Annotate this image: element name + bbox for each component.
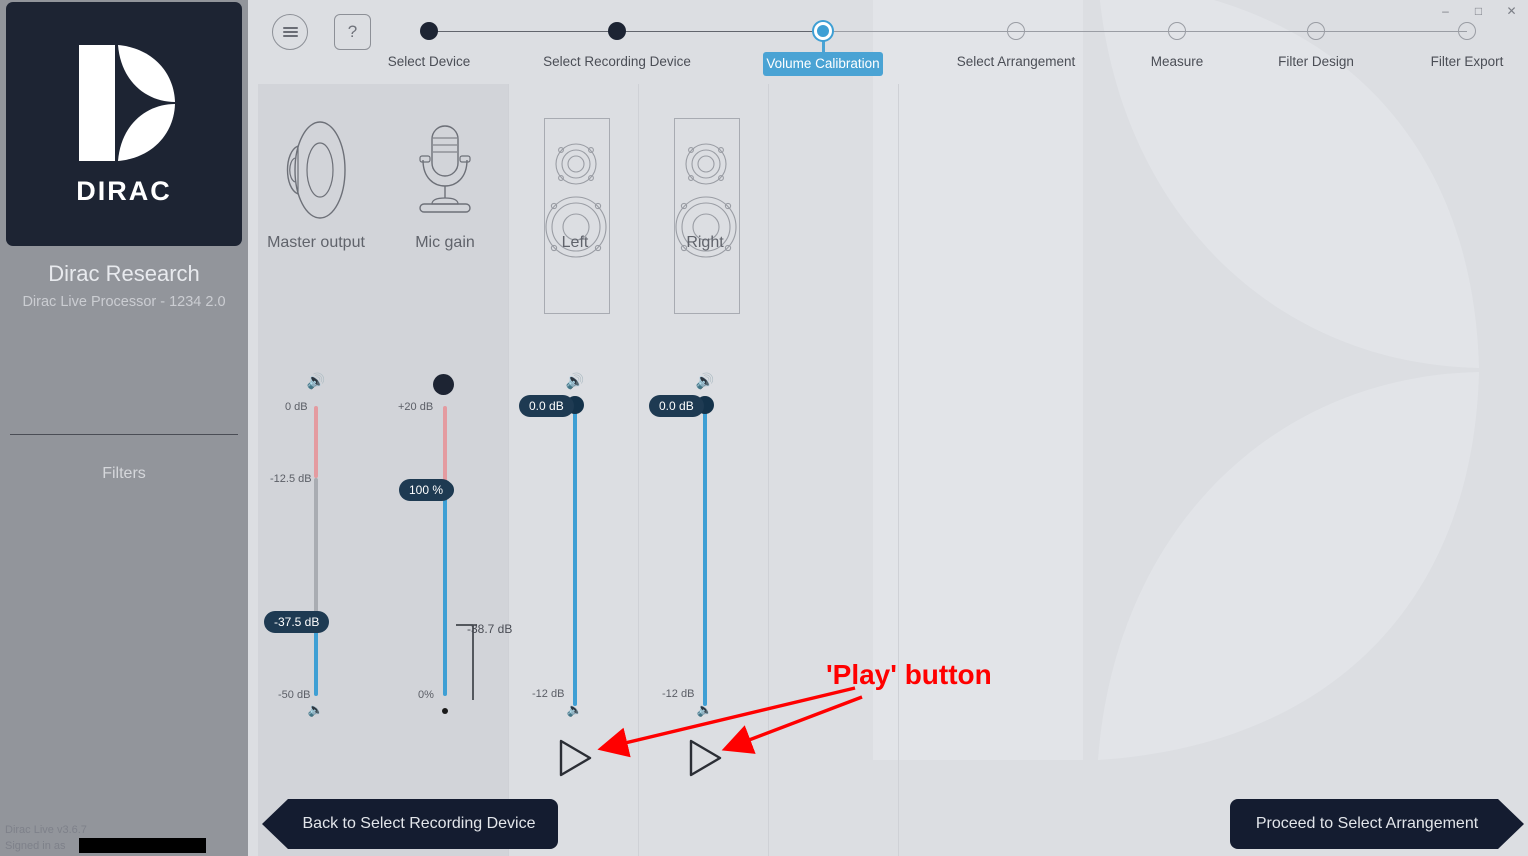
channel-right-label: Right [686,234,724,251]
step-label: Select Recording Device [543,54,691,69]
mic-track-red [443,406,447,490]
right-track-blue [703,398,707,706]
app-version-label: Dirac Live v3.6.7 [5,824,87,836]
master-track-red [314,406,318,478]
maximize-button[interactable]: □ [1462,0,1495,22]
back-button-label: Back to Select Recording Device [302,815,536,832]
play-triangle-icon[interactable] [687,738,723,778]
mic-value-badge: 100 % [399,479,454,501]
back-button[interactable]: Back to Select Recording Device [262,799,558,849]
proceed-button[interactable]: Proceed to Select Arrangement [1230,799,1524,849]
step-dot [1458,22,1476,40]
master-tick-bottom: -50 dB [278,689,311,701]
channel-left-label: Left [561,234,589,251]
master-value-badge: -37.5 dB [264,611,330,633]
left-value-badge: 0.0 dB [519,395,574,417]
annotation-label: 'Play' button [826,659,992,690]
step-dot [420,22,438,40]
minimize-button[interactable]: – [1429,0,1462,22]
channel-separator [898,84,899,856]
sidebar-subtitle: Dirac Live Processor - 1234 2.0 [22,294,226,310]
sidebar-title: Dirac Research [48,261,200,286]
window-controls: – □ ✕ [1418,0,1528,22]
mic-gain-label: Mic gain [415,234,475,251]
mic-mute-indicator[interactable] [433,374,454,395]
sidebar: DIRAC Dirac Research Dirac Live Processo… [0,0,248,856]
step-dot [1007,22,1025,40]
stepper-line-done [429,30,823,32]
volume-low-icon[interactable]: 🔈 [645,702,765,718]
mic-min-dot [442,708,448,714]
channel-separator [768,84,769,856]
microphone-icon [385,110,505,230]
left-tick-bottom: -12 dB [532,688,565,700]
right-tick-bottom: -12 dB [662,688,695,700]
step-label: Filter Export [1430,54,1504,69]
application-window: DIRAC Dirac Research Dirac Live Processo… [0,0,1528,856]
step-dot-active [814,22,832,40]
step-label-active: Volume Calibration [763,52,883,76]
volume-low-icon[interactable]: 🔈 [256,702,376,718]
dirac-d-logo-icon [79,44,175,161]
master-track-blue [314,623,318,696]
speaker-cone-icon [256,110,376,230]
panel-separator [508,84,509,856]
mic-tick-top: +20 dB [398,401,434,413]
play-triangle-icon[interactable] [557,738,593,778]
step-dot [1307,22,1325,40]
stepper-line-todo [823,30,1467,32]
dirac-logo-card: DIRAC [6,2,242,246]
master-tick-mid: -12.5 dB [270,473,312,485]
volume-high-icon[interactable]: 🔊 [515,372,635,390]
volume-low-icon[interactable]: 🔈 [515,702,635,718]
close-button[interactable]: ✕ [1495,0,1528,22]
volume-high-icon[interactable]: 🔊 [256,372,376,390]
floorstanding-speaker-icon [674,118,740,314]
signed-in-label: Signed in as [5,840,66,852]
mic-track-blue [443,490,447,696]
step-dot [1168,22,1186,40]
workflow-stepper: Select Device Select Recording Device Vo… [248,0,1528,84]
right-value-badge: 0.0 dB [649,395,704,417]
mic-level-label: -38.7 dB [467,622,513,636]
redacted-account-bar [79,838,206,853]
mic-tick-bottom: 0% [418,689,434,701]
dirac-wordmark: DIRAC [76,175,172,206]
step-dot [608,22,626,40]
volume-high-icon[interactable]: 🔊 [645,372,765,390]
proceed-button-label: Proceed to Select Arrangement [1255,815,1479,832]
floorstanding-speaker-icon [544,118,610,314]
sidebar-divider [10,434,238,435]
sidebar-item-filters[interactable]: Filters [0,465,248,483]
step-label: Select Device [387,54,471,69]
main-content: – □ ✕ ? Select Device Select Recording D… [248,0,1528,856]
channel-separator [638,84,639,856]
left-track-blue [573,398,577,706]
master-tick-top: 0 dB [285,401,308,413]
master-track-grey [314,478,318,623]
